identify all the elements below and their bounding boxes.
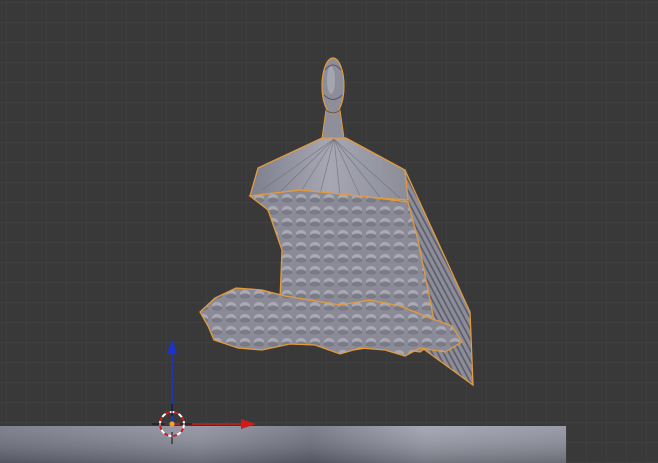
viewport-canvas[interactable] (0, 0, 658, 463)
mesh-head-highlight (327, 66, 335, 94)
3d-viewport[interactable] (0, 0, 658, 463)
ground-plane (0, 426, 566, 463)
